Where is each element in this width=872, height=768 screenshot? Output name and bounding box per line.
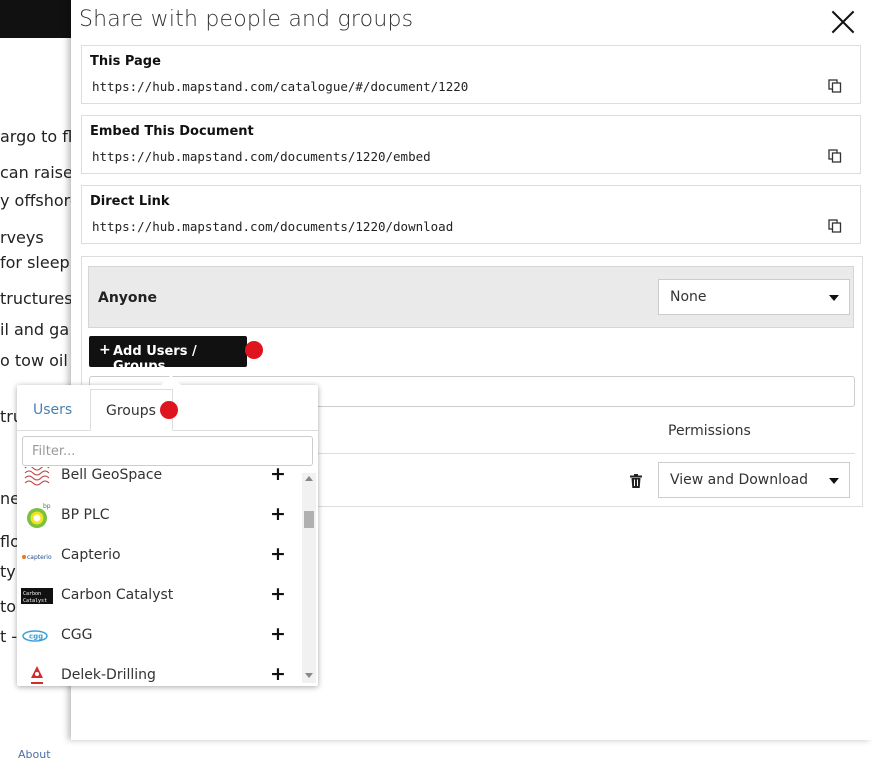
list-scrollbar[interactable] xyxy=(302,473,316,683)
svg-text:capterio: capterio xyxy=(27,554,52,561)
group-name: Bell GeoSpace xyxy=(61,467,163,483)
group-name: CGG xyxy=(61,627,93,643)
group-name: Carbon Catalyst xyxy=(61,587,174,603)
add-group-plus-icon[interactable]: + xyxy=(270,623,286,645)
modal-title: Share with people and groups xyxy=(79,7,414,32)
filter-input[interactable]: Filter... xyxy=(22,436,313,466)
list-item[interactable]: capterio Capterio + xyxy=(17,536,307,576)
add-group-plus-icon[interactable]: + xyxy=(270,467,286,485)
scroll-up-arrow-icon[interactable] xyxy=(305,476,313,481)
tab-users[interactable]: Users xyxy=(23,389,90,431)
bell-geospace-logo-icon xyxy=(24,467,50,486)
entry-permission-value: View and Download xyxy=(670,472,809,488)
list-item[interactable]: Bell GeoSpace + xyxy=(17,467,307,496)
capterio-logo-icon: capterio xyxy=(22,554,52,561)
anyone-label: Anyone xyxy=(98,290,158,306)
svg-text:Carbon: Carbon xyxy=(23,591,41,597)
scrollbar-thumb[interactable] xyxy=(304,511,314,528)
tab-label: Users xyxy=(33,402,73,418)
bp-logo-icon: bp xyxy=(27,503,51,528)
red-marker-dot xyxy=(160,401,178,419)
delek-drilling-logo-icon xyxy=(31,666,43,684)
red-marker-dot xyxy=(245,341,263,359)
permissions-header: Permissions xyxy=(668,423,751,439)
group-name: Delek-Drilling xyxy=(61,667,156,683)
embed-link-box: Embed This Document https://hub.mapstand… xyxy=(81,115,861,174)
cgg-logo-icon: cgg xyxy=(22,630,48,642)
svg-text:Catalyst: Catalyst xyxy=(23,598,47,604)
plus-icon: + xyxy=(99,342,111,358)
background-header-bar xyxy=(0,0,80,38)
background-text-line: il and ga xyxy=(0,320,70,339)
background-text-line: rveys xyxy=(0,228,44,247)
chevron-down-icon xyxy=(829,478,839,484)
background-text-line: tructures xyxy=(0,289,71,308)
entry-permission-select[interactable]: View and Download xyxy=(658,462,850,498)
link-box-title: Direct Link xyxy=(90,194,170,209)
users-groups-popover: Users Groups Filter... Bell GeoSpace + b… xyxy=(17,375,318,686)
about-link[interactable]: About xyxy=(18,748,51,761)
link-url[interactable]: https://hub.mapstand.com/documents/1220/… xyxy=(92,149,431,164)
filter-placeholder: Filter... xyxy=(32,444,76,459)
scroll-down-arrow-icon[interactable] xyxy=(305,673,313,678)
background-text-line: y offshore xyxy=(0,191,71,210)
anyone-permission-value: None xyxy=(670,289,707,305)
link-url[interactable]: https://hub.mapstand.com/documents/1220/… xyxy=(92,219,453,234)
add-group-plus-icon[interactable]: + xyxy=(270,663,286,685)
background-text-line: can raise xyxy=(0,163,71,182)
background-text-line: for sleepi xyxy=(0,253,71,272)
svg-text:bp: bp xyxy=(43,503,51,510)
groups-list: Bell GeoSpace + bp BP PLC + capterio Cap… xyxy=(17,467,307,686)
add-group-plus-icon[interactable]: + xyxy=(270,503,286,525)
add-group-plus-icon[interactable]: + xyxy=(270,543,286,565)
link-url[interactable]: https://hub.mapstand.com/catalogue/#/doc… xyxy=(92,79,468,94)
link-box-title: Embed This Document xyxy=(90,124,254,139)
svg-text:cgg: cgg xyxy=(29,633,43,641)
tab-label: Groups xyxy=(106,403,156,419)
carbon-catalyst-logo-icon: CarbonCatalyst xyxy=(21,588,53,604)
group-name: Capterio xyxy=(61,547,121,563)
popover-arrow xyxy=(161,375,181,385)
add-button-label: Add Users / Groups xyxy=(113,344,197,374)
this-page-link-box: This Page https://hub.mapstand.com/catal… xyxy=(81,45,861,104)
list-item[interactable]: Carbon Catalyst Carbon Catalyst + xyxy=(17,576,307,616)
anyone-row: Anyone None xyxy=(88,266,854,328)
copy-icon[interactable] xyxy=(828,149,842,163)
list-item[interactable]: cgg CGG + xyxy=(17,616,307,656)
list-item[interactable]: Delek-Drilling + xyxy=(17,656,307,686)
background-text-line: o tow oil xyxy=(0,351,68,370)
background-text-line: argo to fl xyxy=(0,127,71,146)
add-users-groups-button[interactable]: + Add Users / Groups xyxy=(89,336,247,374)
chevron-down-icon xyxy=(829,295,839,301)
close-icon[interactable] xyxy=(829,8,857,36)
trash-icon[interactable] xyxy=(630,474,642,488)
direct-link-box: Direct Link https://hub.mapstand.com/doc… xyxy=(81,185,861,244)
list-item[interactable]: bp BP PLC + xyxy=(17,496,307,536)
copy-icon[interactable] xyxy=(828,219,842,233)
anyone-permission-select[interactable]: None xyxy=(658,279,850,315)
link-box-title: This Page xyxy=(90,54,161,69)
add-group-plus-icon[interactable]: + xyxy=(270,583,286,605)
group-name: BP PLC xyxy=(61,507,110,523)
copy-icon[interactable] xyxy=(828,79,842,93)
